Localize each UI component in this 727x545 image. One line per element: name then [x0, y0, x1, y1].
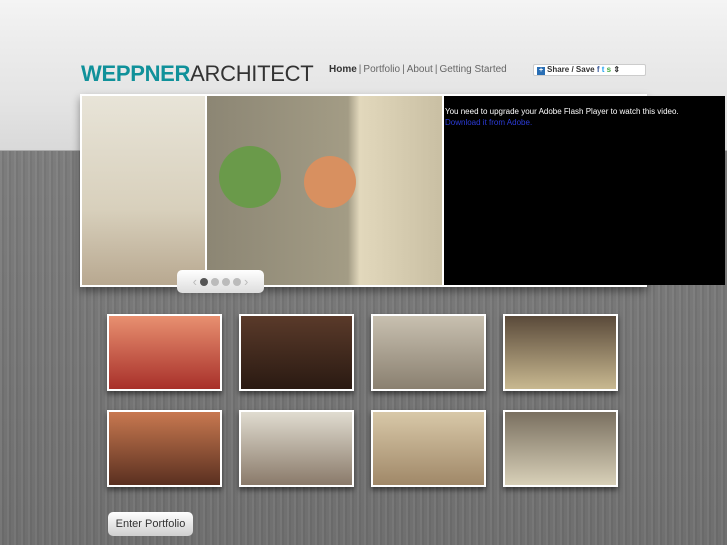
slider-dot[interactable] [211, 277, 219, 286]
enter-portfolio-button[interactable]: Enter Portfolio [108, 512, 193, 536]
chevron-right-icon[interactable]: › [244, 274, 248, 289]
share-save-button[interactable]: + Share / Save f t s ⇕ [533, 64, 646, 76]
portfolio-thumbnail[interactable] [371, 314, 486, 391]
chevron-left-icon[interactable]: ‹ [193, 274, 197, 289]
flash-player-placeholder: You need to upgrade your Adobe Flash Pla… [444, 96, 725, 285]
portfolio-thumbnail[interactable] [371, 410, 486, 487]
logo[interactable]: WEPPNERARCHITECT [81, 61, 314, 87]
slider-pager: ‹ › [177, 270, 264, 293]
nav-home[interactable]: Home [329, 64, 357, 75]
portfolio-thumbnail[interactable] [107, 410, 222, 487]
nav-getting-started[interactable]: Getting Started [439, 64, 506, 75]
portfolio-thumbnail[interactable] [239, 410, 354, 487]
slide-image-masks [207, 96, 442, 285]
slider-dot[interactable] [222, 277, 230, 286]
slideshow: You need to upgrade your Adobe Flash Pla… [80, 94, 725, 287]
twitter-icon: t [601, 65, 605, 74]
portfolio-thumbnail[interactable] [107, 314, 222, 391]
chevron-updown-icon: ⇕ [613, 65, 621, 74]
portfolio-thumbnail[interactable] [503, 410, 618, 487]
nav-portfolio[interactable]: Portfolio [363, 64, 400, 75]
slider-dot[interactable] [200, 277, 208, 286]
slide-image-window [82, 96, 205, 285]
share-icon: s [606, 65, 612, 74]
download-flash-link[interactable]: Download it from Adobe. [445, 118, 724, 127]
portfolio-thumbnail[interactable] [239, 314, 354, 391]
plus-icon: + [537, 67, 545, 75]
facebook-icon: f [596, 65, 600, 74]
portfolio-thumbnail[interactable] [503, 314, 618, 391]
nav-about[interactable]: About [407, 64, 433, 75]
main-nav: Home | Portfolio | About | Getting Started [329, 64, 507, 75]
slider-dot[interactable] [233, 277, 241, 286]
